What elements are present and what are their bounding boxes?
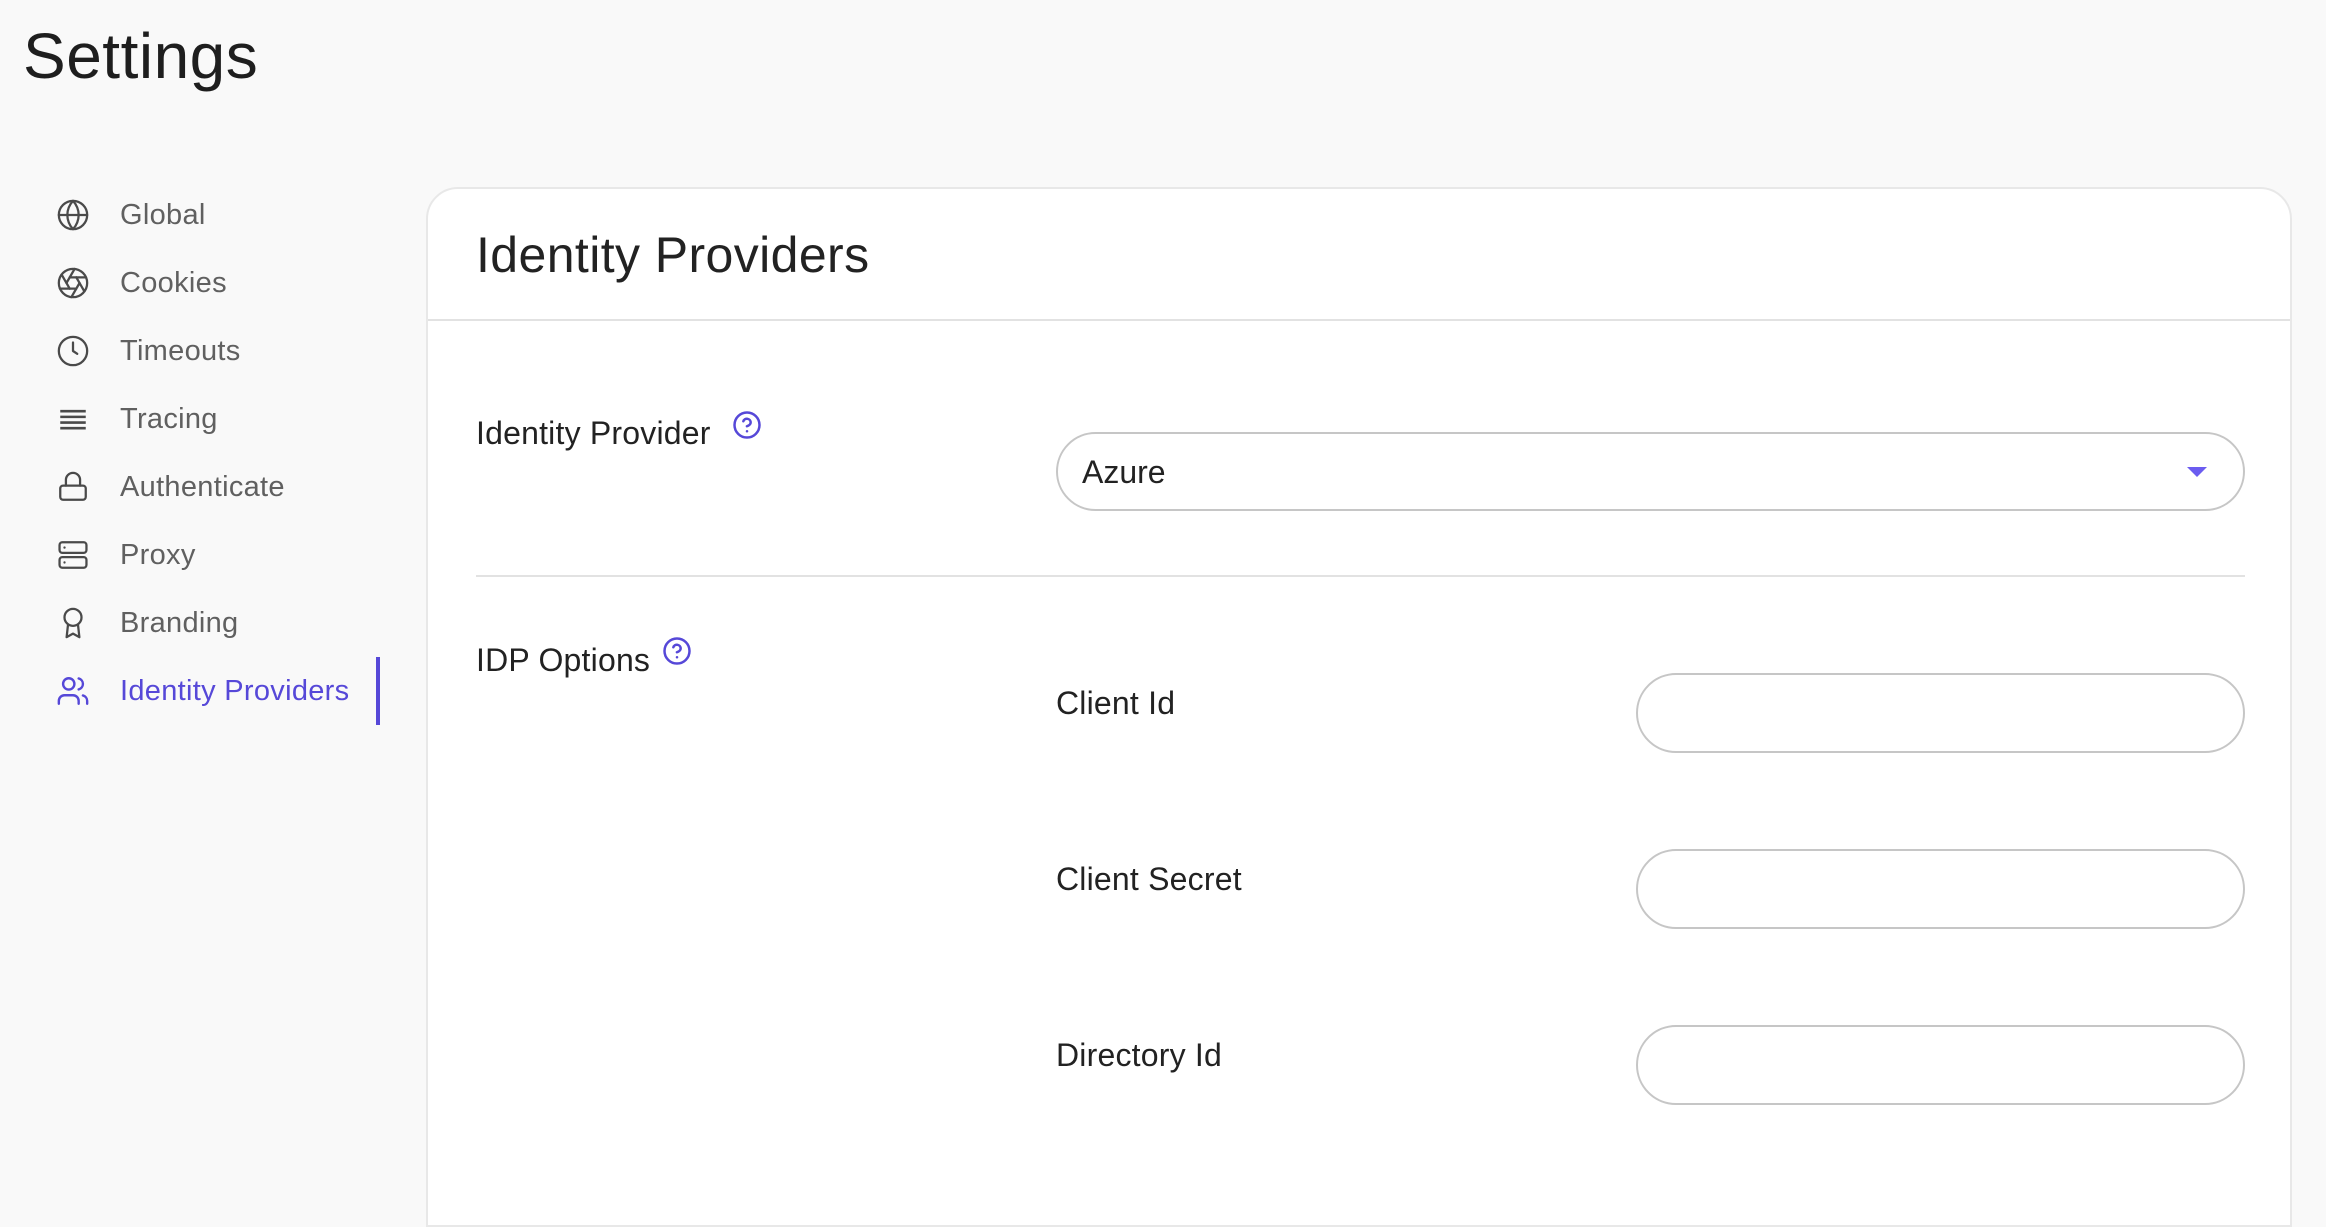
identity-provider-label: Identity Provider bbox=[476, 415, 711, 451]
sidebar-item-label: Authenticate bbox=[120, 470, 285, 503]
help-circle-icon[interactable] bbox=[732, 410, 762, 440]
sidebar-item-label: Global bbox=[120, 198, 206, 231]
award-icon bbox=[56, 606, 90, 640]
active-indicator bbox=[376, 657, 380, 725]
aperture-icon bbox=[56, 266, 90, 300]
client-secret-input[interactable] bbox=[1636, 849, 2245, 929]
select-value: Azure bbox=[1082, 454, 1166, 490]
directory-id-input[interactable] bbox=[1636, 1025, 2245, 1105]
users-icon bbox=[56, 674, 90, 708]
client-id-label: Client Id bbox=[1056, 685, 1176, 721]
sidebar-item-label: Branding bbox=[120, 606, 239, 639]
sidebar-item-label: Timeouts bbox=[120, 334, 241, 367]
sidebar-item-tracing[interactable]: Tracing bbox=[0, 385, 382, 453]
lock-icon bbox=[56, 470, 90, 504]
identity-provider-select[interactable]: Azure bbox=[1056, 432, 2245, 511]
server-icon bbox=[56, 538, 90, 572]
help-circle-icon[interactable] bbox=[662, 636, 692, 666]
sidebar-item-label: Identity Providers bbox=[120, 674, 350, 707]
section-divider bbox=[476, 575, 2245, 577]
sidebar-item-timeouts[interactable]: Timeouts bbox=[0, 317, 382, 385]
globe-icon bbox=[56, 198, 90, 232]
sidebar-item-label: Tracing bbox=[120, 402, 218, 435]
sidebar-item-global[interactable]: Global bbox=[0, 181, 382, 249]
lines-icon bbox=[56, 402, 90, 436]
idp-options-label: IDP Options bbox=[476, 642, 651, 678]
directory-id-label: Directory Id bbox=[1056, 1037, 1222, 1073]
client-id-input[interactable] bbox=[1636, 673, 2245, 753]
clock-icon bbox=[56, 334, 90, 368]
sidebar-item-identity-providers[interactable]: Identity Providers bbox=[0, 657, 382, 725]
identity-providers-card: Identity Providers Identity Provider Azu… bbox=[426, 187, 2292, 1227]
sidebar-item-authenticate[interactable]: Authenticate bbox=[0, 453, 382, 521]
sidebar-item-label: Proxy bbox=[120, 538, 196, 571]
sidebar-item-proxy[interactable]: Proxy bbox=[0, 521, 382, 589]
client-secret-label: Client Secret bbox=[1056, 861, 1242, 897]
page-title: Settings bbox=[23, 20, 259, 92]
chevron-down-icon bbox=[2187, 467, 2207, 477]
sidebar-item-cookies[interactable]: Cookies bbox=[0, 249, 382, 317]
card-header: Identity Providers bbox=[428, 189, 2290, 321]
card-title: Identity Providers bbox=[476, 227, 870, 283]
sidebar-item-branding[interactable]: Branding bbox=[0, 589, 382, 657]
sidebar-item-label: Cookies bbox=[120, 266, 227, 299]
